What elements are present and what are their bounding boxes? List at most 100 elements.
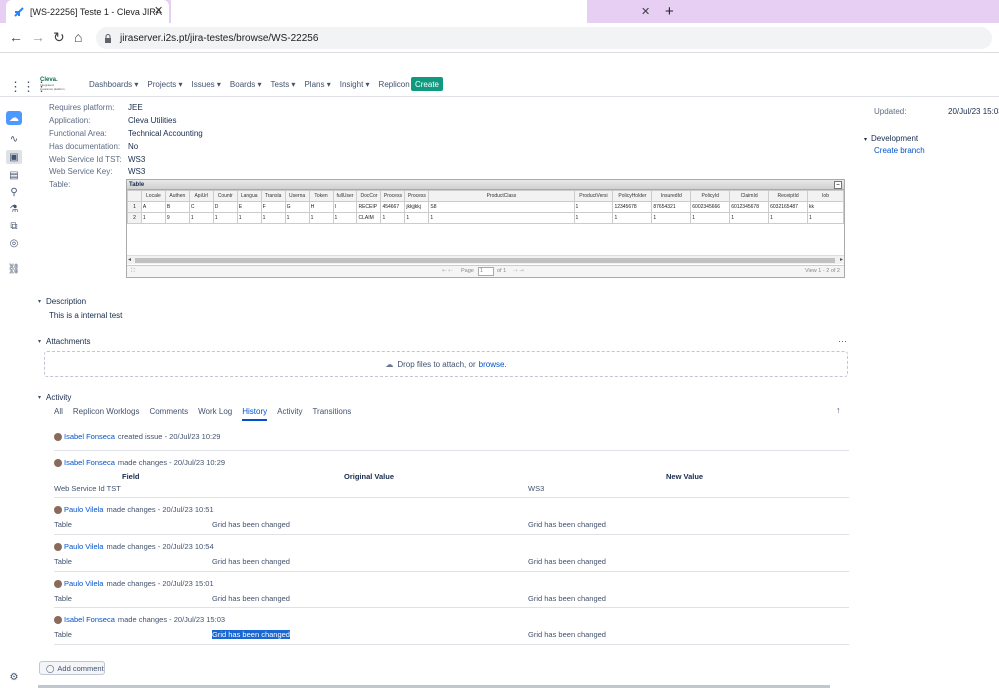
pager-page-input[interactable]: 1 xyxy=(478,267,494,276)
avatar[interactable] xyxy=(54,579,62,588)
user-link[interactable]: Paulo Vilela xyxy=(64,505,103,514)
avatar[interactable] xyxy=(54,542,62,551)
table-row[interactable]: 1 A B C D E F G H I RECEIP 454667 jkkjjkkj S8 1 1234567… xyxy=(127,201,844,213)
pager-first-prev-icon[interactable]: ⇤ ⇠ xyxy=(442,268,453,274)
scrollbar-thumb[interactable] xyxy=(135,258,835,263)
grid-cell[interactable]: 1 xyxy=(260,212,286,224)
grid-cell[interactable]: B xyxy=(164,201,190,213)
grid-cell[interactable]: 1 xyxy=(332,212,358,224)
avatar[interactable] xyxy=(54,432,62,441)
user-link[interactable]: Isabel Fonseca xyxy=(64,432,115,441)
description-header[interactable]: ▾ Description xyxy=(38,297,86,306)
grid-cell[interactable]: 1 xyxy=(212,212,238,224)
grid-cell[interactable]: 1 xyxy=(404,212,430,224)
back-icon[interactable]: ← xyxy=(9,29,23,45)
grid-cell[interactable]: 6002345666 xyxy=(690,201,731,213)
grid-column-header[interactable]: PolicyHolder xyxy=(612,190,653,202)
tab-history[interactable]: History xyxy=(242,407,268,421)
grid-cell[interactable]: 1 xyxy=(729,212,770,224)
grid-cell[interactable]: 1 xyxy=(612,212,653,224)
grid-column-header[interactable]: ReceiptId xyxy=(768,190,809,202)
scroll-left-icon[interactable]: ◂ xyxy=(128,256,131,263)
nav-insight[interactable]: Insight ▾ xyxy=(340,80,370,89)
grid-cell[interactable]: 1 xyxy=(308,212,334,224)
grid-cell[interactable]: 6032165487 xyxy=(768,201,809,213)
grid-cell[interactable]: 1 xyxy=(807,212,844,224)
avatar[interactable] xyxy=(54,458,62,467)
nav-boards[interactable]: Boards ▾ xyxy=(230,80,262,89)
browse-link[interactable]: browse. xyxy=(479,360,507,369)
nav-issues[interactable]: Issues ▾ xyxy=(192,80,221,89)
tab-transitions[interactable]: Transitions xyxy=(312,407,351,421)
table-row[interactable]: 2 1 9 1 1 1 1 1 1 1 CLAIM 1 1 1 1 1 1 1 1 1 1 xyxy=(127,212,844,224)
grid-cell[interactable]: 1 xyxy=(236,212,262,224)
avatar[interactable] xyxy=(54,615,62,624)
reload-icon[interactable]: ↻ xyxy=(53,29,65,46)
grid-cell[interactable]: 454667 xyxy=(380,201,406,213)
activity-header[interactable]: ▾ Activity xyxy=(38,393,71,402)
grid-cell[interactable]: I xyxy=(332,201,358,213)
tab-replicon-worklogs[interactable]: Replicon Worklogs xyxy=(73,407,140,421)
grid-column-header[interactable]: PolicyId xyxy=(690,190,731,202)
grid-cell[interactable]: 1 xyxy=(768,212,809,224)
new-tab-icon[interactable]: + xyxy=(665,3,674,20)
grid-cell[interactable]: RECEIP xyxy=(356,201,382,213)
grid-column-header[interactable]: ProductClass xyxy=(428,190,575,202)
nav-projects[interactable]: Projects ▾ xyxy=(147,80,182,89)
pager-next-last-icon[interactable]: ⇢ ⇥ xyxy=(513,268,524,274)
nav-tests[interactable]: Tests ▾ xyxy=(271,80,296,89)
grid-column-header[interactable]: Authen xyxy=(164,190,190,202)
grid-column-header[interactable]: Langua xyxy=(236,190,262,202)
user-link[interactable]: Paulo Vilela xyxy=(64,579,103,588)
browser-tab-active[interactable]: [WS-22256] Teste 1 - Cleva JIRA ✕ xyxy=(6,0,169,23)
scroll-right-icon[interactable]: ▸ xyxy=(840,256,843,263)
grid-cell[interactable]: F xyxy=(260,201,286,213)
grid-cell[interactable]: 1 xyxy=(573,212,614,224)
grid-column-header[interactable]: Token xyxy=(308,190,334,202)
grid-cell[interactable]: CLAIM xyxy=(356,212,382,224)
grid-column-header[interactable]: Transla xyxy=(260,190,286,202)
browser-tab-inactive[interactable] xyxy=(171,0,587,23)
grid-cell[interactable]: 1 xyxy=(428,212,575,224)
home-icon[interactable]: ⌂ xyxy=(74,29,82,45)
grid-column-header[interactable]: ApiUrl xyxy=(188,190,214,202)
grid-cell[interactable]: 1 xyxy=(284,212,310,224)
grid-column-header[interactable]: fullUser xyxy=(332,190,358,202)
close-tab-icon[interactable]: ✕ xyxy=(641,5,650,18)
more-options-icon[interactable]: ··· xyxy=(838,336,847,346)
grid-column-header[interactable]: InsuredId xyxy=(651,190,692,202)
grid-column-header[interactable]: Process xyxy=(380,190,406,202)
forward-icon[interactable]: → xyxy=(31,29,45,45)
grid-column-header[interactable]: Iob xyxy=(807,190,844,202)
address-bar[interactable]: jiraserver.i2s.pt/jira-testes/browse/WS-… xyxy=(96,27,992,49)
grid-cell[interactable]: 1 xyxy=(380,212,406,224)
tab-comments[interactable]: Comments xyxy=(149,407,188,421)
resize-icon[interactable]: ⛶ xyxy=(131,268,135,275)
nav-plans[interactable]: Plans ▾ xyxy=(304,80,330,89)
close-tab-icon[interactable]: ✕ xyxy=(154,4,163,17)
user-link[interactable]: Isabel Fonseca xyxy=(64,458,115,467)
tab-work-log[interactable]: Work Log xyxy=(198,407,232,421)
collapse-icon[interactable]: – xyxy=(834,181,842,189)
tab-all[interactable]: All xyxy=(54,407,63,421)
grid-cell[interactable]: G xyxy=(284,201,310,213)
sort-arrow-icon[interactable]: ↑ xyxy=(836,405,841,415)
nav-dashboards[interactable]: Dashboards ▾ xyxy=(89,80,138,89)
grid-cell[interactable]: H xyxy=(308,201,334,213)
grid-column-header[interactable]: Userna xyxy=(284,190,310,202)
development-header[interactable]: ▾ Development xyxy=(864,134,918,143)
horizontal-scrollbar[interactable]: ◂ ▸ xyxy=(127,255,844,264)
grid-column-header[interactable]: Countr xyxy=(212,190,238,202)
grid-cell[interactable]: A xyxy=(140,201,166,213)
grid-cell[interactable]: C xyxy=(188,201,214,213)
grid-cell[interactable]: D xyxy=(212,201,238,213)
logo[interactable]: Cleva. Integrated insurance platform xyxy=(40,77,66,91)
attachment-dropzone[interactable]: ☁ Drop files to attach, or browse. xyxy=(44,351,848,377)
grid-cell[interactable]: 9 xyxy=(164,212,190,224)
tab-activity[interactable]: Activity xyxy=(277,407,302,421)
grid-cell[interactable]: 1 xyxy=(690,212,731,224)
grid-cell[interactable]: kk xyxy=(807,201,844,213)
grid-cell[interactable]: E xyxy=(236,201,262,213)
grid-cell[interactable]: 6012345678 xyxy=(729,201,770,213)
grid-column-header[interactable]: ClaimId xyxy=(729,190,770,202)
